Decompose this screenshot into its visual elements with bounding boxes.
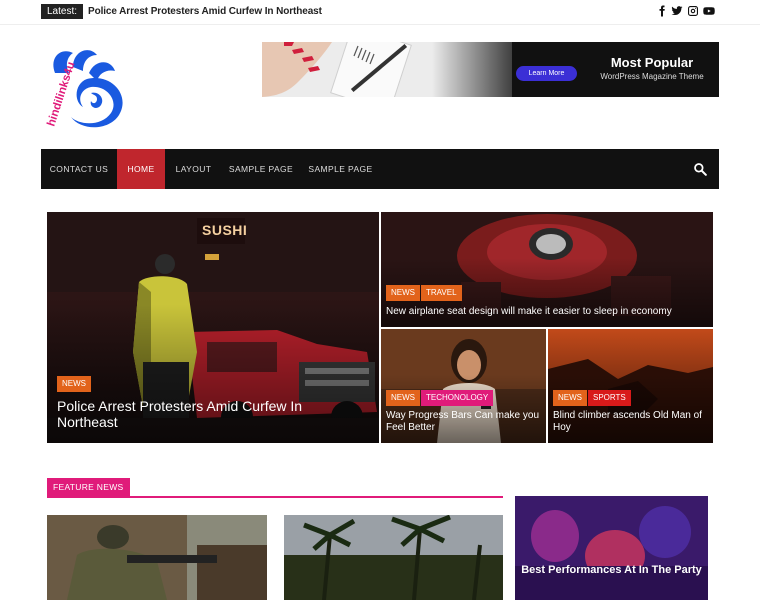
- section-divider: [47, 496, 503, 498]
- site-logo[interactable]: hindilinks4u: [45, 43, 129, 129]
- hero-bottom-right-card[interactable]: NEWS SPORTS Blind climber ascends Old Ma…: [548, 329, 713, 443]
- search-icon[interactable]: [693, 162, 707, 176]
- feature-thumb-palms[interactable]: [284, 515, 503, 600]
- nav-item-contact-us[interactable]: CONTACT US: [41, 149, 117, 189]
- tag-sports[interactable]: SPORTS: [588, 390, 631, 406]
- latest-label: Latest:: [41, 4, 84, 19]
- feature-side-title[interactable]: Best Performances At In The Party: [515, 563, 708, 577]
- hero-bottom-left-title[interactable]: Way Progress Bars Can make you Feel Bett…: [386, 410, 544, 434]
- hero-bottom-right-title[interactable]: Blind climber ascends Old Man of Hoy: [553, 410, 711, 434]
- banner-subtitle: WordPress Magazine Theme: [600, 72, 704, 81]
- youtube-icon[interactable]: [702, 4, 716, 18]
- tag-technology[interactable]: TECHONOLOGY: [421, 390, 494, 406]
- feature-side-card[interactable]: [515, 496, 708, 600]
- instagram-icon[interactable]: [686, 4, 700, 18]
- tag-news[interactable]: NEWS: [57, 376, 91, 392]
- twitter-icon[interactable]: [670, 4, 684, 18]
- facebook-icon[interactable]: [655, 4, 669, 18]
- feature-news-heading: FEATURE NEWS: [47, 478, 130, 496]
- tag-news[interactable]: NEWS: [386, 390, 420, 406]
- feature-thumb-soldier[interactable]: [47, 515, 267, 600]
- hero-bottom-left-card[interactable]: NEWS TECHONOLOGY Way Progress Bars Can m…: [381, 329, 546, 443]
- nav-item-sample-page[interactable]: SAMPLE PAGE: [222, 149, 300, 189]
- tag-travel[interactable]: TRAVEL: [421, 285, 462, 301]
- nav-item-layout[interactable]: LAYOUT: [165, 149, 222, 189]
- hero-top-right-card[interactable]: NEWS TRAVEL New airplane seat design wil…: [381, 212, 713, 327]
- hero-main-card[interactable]: SUSHI NEWS Police Arrest Protesters Amid…: [47, 212, 379, 443]
- main-nav: CONTACT US HOME LAYOUT SAMPLE PAGE SAMPL…: [41, 149, 719, 189]
- nav-item-sample-page-2[interactable]: SAMPLE PAGE: [300, 149, 381, 189]
- hero-main-title[interactable]: Police Arrest Protesters Amid Curfew In …: [57, 398, 357, 430]
- ad-banner[interactable]: Learn More Most Popular WordPress Magazi…: [262, 42, 719, 97]
- top-bar: Latest: Police Arrest Protesters Amid Cu…: [0, 0, 760, 25]
- tag-news[interactable]: NEWS: [386, 285, 420, 301]
- latest-headline-link[interactable]: Police Arrest Protesters Amid Curfew In …: [88, 5, 322, 18]
- nav-item-home[interactable]: HOME: [117, 149, 165, 189]
- learn-more-button[interactable]: Learn More: [516, 66, 577, 81]
- hero-top-right-title[interactable]: New airplane seat design will make it ea…: [386, 306, 706, 318]
- sushi-sign-text: SUSHI: [202, 222, 248, 238]
- banner-title: Most Popular: [610, 55, 694, 70]
- tag-news[interactable]: NEWS: [553, 390, 587, 406]
